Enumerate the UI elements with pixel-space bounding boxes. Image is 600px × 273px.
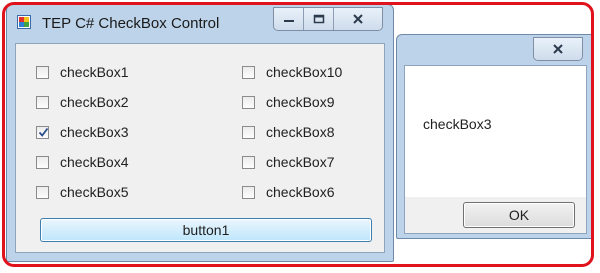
minimize-button[interactable] [274, 8, 304, 30]
checkbox-box[interactable] [36, 95, 49, 109]
checkbox-box[interactable] [36, 185, 49, 199]
checkbox-item[interactable]: checkBox8 [242, 122, 334, 142]
checkbox-label: checkBox9 [266, 94, 335, 110]
checkbox-item[interactable]: checkBox1 [36, 62, 128, 82]
checkbox-box[interactable] [36, 155, 49, 169]
window-controls [273, 7, 383, 31]
checkbox-label: checkBox7 [266, 154, 335, 170]
main-window: TEP C# CheckBox Control checkBox1 checkB… [6, 4, 394, 262]
checkbox-label: checkBox1 [60, 64, 129, 80]
app-icon [17, 15, 31, 29]
message-box-window: checkBox3 OK [396, 34, 594, 239]
checkbox-box[interactable] [242, 185, 255, 199]
checkbox-box[interactable] [242, 155, 255, 169]
close-icon [553, 44, 563, 54]
checkbox-box[interactable] [36, 125, 49, 139]
checkbox-item[interactable]: checkBox3 [36, 122, 128, 142]
checkbox-label: checkBox8 [266, 124, 335, 140]
checkbox-box[interactable] [242, 95, 255, 109]
checkbox-item[interactable]: checkBox2 [36, 92, 128, 112]
checkbox-label: checkBox5 [60, 184, 129, 200]
button1[interactable]: button1 [40, 218, 372, 242]
close-icon [353, 14, 363, 24]
message-box-controls [533, 37, 583, 61]
checkbox-item[interactable]: checkBox10 [242, 62, 342, 82]
checkbox-item[interactable]: checkBox4 [36, 152, 128, 172]
checkbox-item[interactable]: checkBox7 [242, 152, 334, 172]
checkbox-item[interactable]: checkBox6 [242, 182, 334, 202]
message-box-footer: OK [404, 197, 587, 234]
message-box-close-button[interactable] [534, 38, 582, 60]
maximize-icon [313, 14, 324, 24]
checkbox-label: checkBox10 [266, 64, 343, 80]
checkbox-label: checkBox2 [60, 94, 129, 110]
checkbox-box[interactable] [242, 65, 255, 79]
title-bar[interactable]: TEP C# CheckBox Control [7, 5, 393, 39]
maximize-button[interactable] [304, 8, 334, 30]
checkbox-label: checkBox3 [60, 124, 129, 140]
form-client-area: checkBox1 checkBox2 checkBox3 checkBox4 … [15, 43, 385, 253]
checkbox-item[interactable]: checkBox9 [242, 92, 334, 112]
checkbox-label: checkBox4 [60, 154, 129, 170]
checkbox-item[interactable]: checkBox5 [36, 182, 128, 202]
checkbox-box[interactable] [242, 125, 255, 139]
check-mark-icon [38, 127, 49, 137]
message-text: checkBox3 [423, 116, 492, 132]
minimize-icon [283, 20, 294, 22]
message-box-body: checkBox3 [404, 65, 587, 197]
checkbox-box[interactable] [36, 65, 49, 79]
ok-button[interactable]: OK [463, 202, 575, 228]
close-button[interactable] [334, 8, 382, 30]
checkbox-label: checkBox6 [266, 184, 335, 200]
window-title: TEP C# CheckBox Control [42, 15, 220, 32]
